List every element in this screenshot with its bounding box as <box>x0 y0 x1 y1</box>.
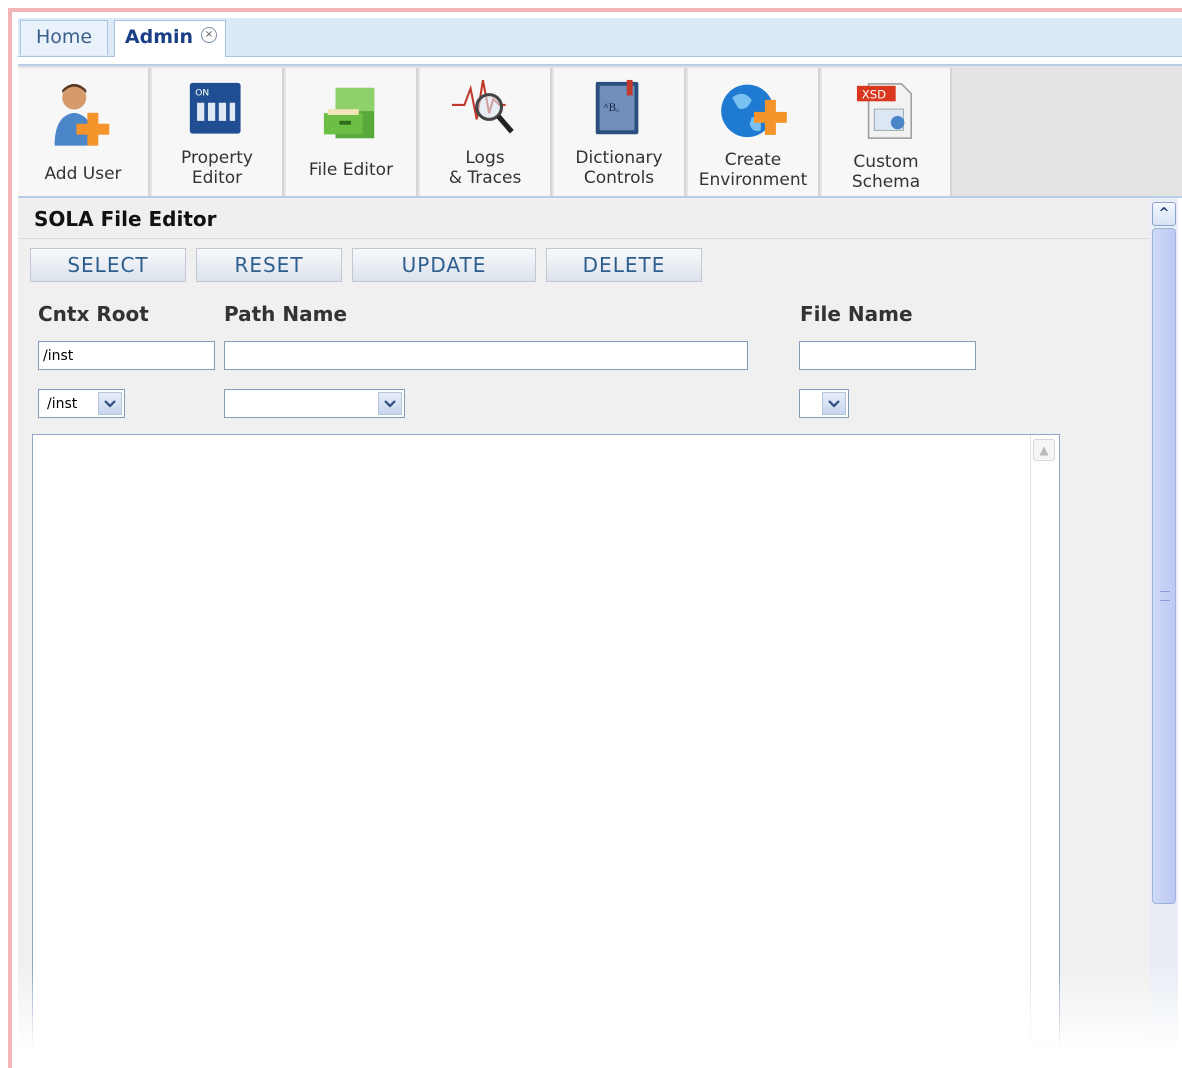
reset-button[interactable]: RESET <box>196 248 342 282</box>
chevron-down-icon[interactable] <box>98 392 122 415</box>
file-editor-button[interactable]: File Editor <box>286 68 418 196</box>
add-user-button[interactable]: Add User <box>18 68 150 196</box>
delete-button[interactable]: DELETE <box>546 248 702 282</box>
add-user-label: Add User <box>44 164 122 184</box>
globe-plus-icon <box>721 84 787 138</box>
custom-schema-label-2: Schema <box>851 172 921 192</box>
tab-home[interactable]: Home <box>20 20 108 55</box>
page-scrollbar[interactable]: ^ <box>1150 198 1178 1064</box>
scroll-up-icon[interactable]: ^ <box>1152 202 1176 226</box>
logs-magnifier-icon <box>452 79 514 134</box>
admin-toolbar: Add User ON Property Editor File Editor <box>18 64 1182 198</box>
property-editor-label-1: Property <box>181 148 253 168</box>
create-env-label-2: Environment <box>698 170 808 190</box>
tab-admin[interactable]: Admin × <box>114 20 226 57</box>
tab-bar: Home Admin × <box>18 18 1182 57</box>
cntx-root-input[interactable] <box>38 341 215 370</box>
file-editor-label: File Editor <box>308 160 394 180</box>
property-editor-label-2: Editor <box>191 168 243 188</box>
create-environment-button[interactable]: Create Environment <box>688 68 820 196</box>
cntx-root-label: Cntx Root <box>38 302 149 326</box>
select-button[interactable]: SELECT <box>30 248 186 282</box>
file-content-textarea[interactable]: ▲ ▼ <box>32 434 1060 1064</box>
svg-text:ᴬB꜀: ᴬB꜀ <box>603 101 621 114</box>
file-cabinet-icon <box>323 87 375 139</box>
scroll-up-icon[interactable]: ▲ <box>1033 439 1055 461</box>
cntx-root-select-value: /inst <box>47 396 78 412</box>
close-icon[interactable]: × <box>201 27 217 43</box>
custom-schema-label-1: Custom <box>853 152 919 172</box>
grip-icon <box>1160 591 1170 601</box>
dictionary-label-2: Controls <box>583 168 655 188</box>
path-name-select[interactable] <box>224 389 405 418</box>
path-name-label: Path Name <box>224 302 348 326</box>
file-name-select[interactable] <box>799 389 849 418</box>
chevron-down-icon[interactable] <box>378 392 402 415</box>
scrollbar-thumb[interactable] <box>1152 228 1176 904</box>
cntx-root-select[interactable]: /inst <box>38 389 125 418</box>
tab-admin-label: Admin <box>124 26 194 48</box>
logs-traces-button[interactable]: Logs & Traces <box>420 68 552 196</box>
logs-label-1: Logs <box>465 148 505 168</box>
property-editor-icon: ON <box>189 82 241 134</box>
path-name-input[interactable] <box>224 341 748 370</box>
dictionary-controls-button[interactable]: ᴬB꜀ Dictionary Controls <box>554 68 686 196</box>
chevron-down-icon[interactable] <box>822 392 846 415</box>
scroll-down-icon[interactable]: ▼ <box>1033 1039 1055 1061</box>
create-env-label-1: Create <box>724 150 782 170</box>
panel-header: SOLA File Editor <box>18 198 1150 239</box>
on-label: ON <box>195 89 209 99</box>
property-editor-button[interactable]: ON Property Editor <box>152 68 284 196</box>
update-button[interactable]: UPDATE <box>352 248 536 282</box>
add-user-icon <box>54 83 110 146</box>
custom-schema-button[interactable]: XSD Custom Schema <box>822 68 952 196</box>
xsd-label: XSD <box>862 87 886 101</box>
xsd-schema-icon: XSD <box>856 83 912 139</box>
file-name-input[interactable] <box>799 341 976 370</box>
editor-scrollbar[interactable]: ▲ ▼ <box>1030 435 1059 1063</box>
dictionary-book-icon: ᴬB꜀ <box>595 79 639 135</box>
panel-title: SOLA File Editor <box>34 207 217 231</box>
file-name-label: File Name <box>800 302 913 326</box>
logs-label-2: & Traces <box>448 168 522 188</box>
dictionary-label-1: Dictionary <box>575 148 663 168</box>
